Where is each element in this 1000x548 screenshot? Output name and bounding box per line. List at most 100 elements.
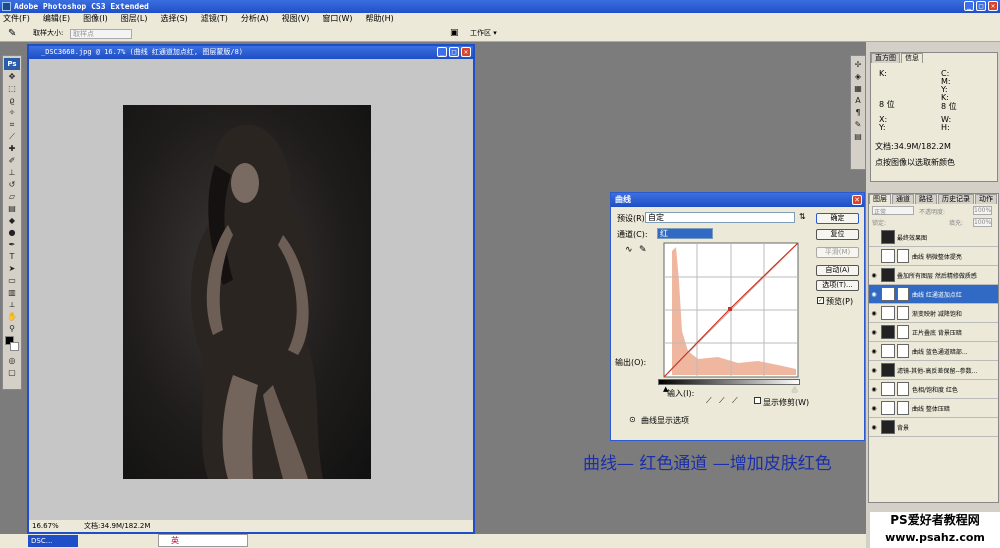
- minimize-button[interactable]: _: [964, 1, 974, 11]
- tab-paths[interactable]: 路径: [915, 194, 937, 204]
- menu-layer[interactable]: 图层(L): [121, 13, 148, 25]
- workspace-button[interactable]: 工作区 ▾: [470, 25, 497, 42]
- white-eyedropper-icon[interactable]: ⟋: [732, 396, 738, 406]
- doc-maximize-button[interactable]: □: [449, 47, 459, 57]
- auto-button[interactable]: 自动(A): [816, 265, 859, 276]
- tab-channels[interactable]: 通道: [892, 194, 914, 204]
- brushes-icon[interactable]: ✎: [851, 120, 865, 130]
- brush-tool-icon[interactable]: ✐: [5, 156, 19, 166]
- pen-tool-icon[interactable]: ✒: [5, 240, 19, 250]
- ok-button[interactable]: 确定: [816, 213, 859, 224]
- menu-help[interactable]: 帮助(H): [366, 13, 394, 25]
- eyedropper-icon[interactable]: ✎: [8, 25, 16, 42]
- preset-select[interactable]: 自定: [645, 212, 795, 223]
- tab-histogram[interactable]: 直方图: [871, 53, 900, 63]
- swatches-icon[interactable]: ▦: [851, 84, 865, 94]
- camera-icon[interactable]: ▣: [450, 25, 459, 42]
- layer-visibility-eye-icon[interactable]: ◉: [869, 329, 879, 336]
- show-clipping-checkbox[interactable]: [754, 397, 761, 404]
- history-brush-icon[interactable]: ↺: [5, 180, 19, 190]
- layer-row[interactable]: ◉ 背景: [869, 418, 998, 437]
- tab-layers[interactable]: 图层: [869, 194, 891, 204]
- slice-tool-icon[interactable]: ⟋: [5, 132, 19, 142]
- layer-row[interactable]: ◉ 曲线 整体压暗: [869, 399, 998, 418]
- curves-graph[interactable]: [658, 241, 800, 379]
- doc-minimize-button[interactable]: _: [437, 47, 447, 57]
- layer-visibility-eye-icon[interactable]: ◉: [869, 424, 879, 431]
- menu-analysis[interactable]: 分析(A): [241, 13, 269, 25]
- curve-options-expand-icon[interactable]: ⊙: [629, 415, 636, 424]
- layer-row[interactable]: ◉ 色相/饱和度 红色: [869, 380, 998, 399]
- tab-actions[interactable]: 动作: [975, 194, 997, 204]
- tab-info[interactable]: 信息: [901, 53, 923, 63]
- shape-tool-icon[interactable]: ▭: [5, 276, 19, 286]
- notes-tool-icon[interactable]: ▥: [5, 288, 19, 298]
- paragraph-icon[interactable]: ¶: [851, 108, 865, 118]
- layer-row[interactable]: ◉ 渐变映射 减降饱和: [869, 304, 998, 323]
- menu-filter[interactable]: 滤镜(T): [201, 13, 228, 25]
- dodge-tool-icon[interactable]: ●: [5, 228, 19, 238]
- layer-row[interactable]: 最终效果图: [869, 228, 998, 247]
- layer-visibility-eye-icon[interactable]: ◉: [869, 367, 879, 374]
- options-button[interactable]: 选项(T)...: [816, 280, 859, 291]
- navigator-icon[interactable]: ✢: [851, 60, 865, 70]
- smooth-button[interactable]: 平滑(M): [816, 247, 859, 258]
- ime-bar[interactable]: 英: [158, 534, 248, 547]
- layer-visibility-eye-icon[interactable]: ◉: [869, 291, 879, 298]
- layer-visibility-eye-icon[interactable]: ◉: [869, 386, 879, 393]
- photo-canvas[interactable]: [123, 105, 371, 479]
- taskbar-doc-button[interactable]: DSC...: [28, 535, 78, 547]
- reset-button[interactable]: 复位: [816, 229, 859, 240]
- magic-wand-icon[interactable]: ✧: [5, 108, 19, 118]
- type-tool-icon[interactable]: T: [5, 252, 19, 262]
- crop-tool-icon[interactable]: ⌗: [5, 120, 19, 130]
- layer-visibility-eye-icon[interactable]: ◉: [869, 348, 879, 355]
- quick-mask-icon[interactable]: ◎: [5, 356, 19, 366]
- marquee-tool-icon[interactable]: ⬚: [5, 84, 19, 94]
- gray-eyedropper-icon[interactable]: ⟋: [719, 396, 725, 406]
- preset-options-icon[interactable]: ⇅: [799, 212, 806, 221]
- menu-select[interactable]: 选择(S): [160, 13, 187, 25]
- menu-file[interactable]: 文件(F): [3, 13, 30, 25]
- layer-row[interactable]: ◉ 正片叠底 背景压暗: [869, 323, 998, 342]
- zoom-readout[interactable]: 16.67%: [32, 522, 59, 530]
- healing-brush-icon[interactable]: ✚: [5, 144, 19, 154]
- doc-close-button[interactable]: ✕: [461, 47, 471, 57]
- eyedropper-tool-icon[interactable]: ⟂: [5, 300, 19, 310]
- menu-window[interactable]: 窗口(W): [322, 13, 352, 25]
- lasso-tool-icon[interactable]: ϱ: [5, 96, 19, 106]
- layer-visibility-eye-icon[interactable]: ◉: [869, 272, 879, 279]
- menu-view[interactable]: 视图(V): [282, 13, 310, 25]
- layer-row[interactable]: ◉ 曲线 蓝色通道暗部...: [869, 342, 998, 361]
- curve-point-tool-icon[interactable]: ∿: [625, 245, 633, 255]
- layer-row[interactable]: ◉ 叠加所有图层 然后精修做质感: [869, 266, 998, 285]
- move-tool-icon[interactable]: ✥: [5, 72, 19, 82]
- tab-history[interactable]: 历史记录: [938, 194, 974, 204]
- layer-comps-icon[interactable]: ▤: [851, 132, 865, 142]
- pencil-draw-icon[interactable]: ✎: [639, 245, 647, 255]
- white-point-slider[interactable]: △: [792, 385, 797, 393]
- zoom-tool-icon[interactable]: ⚲: [5, 324, 19, 334]
- color-swatches-icon[interactable]: [5, 336, 19, 354]
- blend-mode-select[interactable]: 正常: [872, 206, 914, 216]
- blur-tool-icon[interactable]: ◆: [5, 216, 19, 226]
- black-eyedropper-icon[interactable]: ⟋: [706, 396, 712, 406]
- preview-checkbox[interactable]: ✓: [817, 297, 824, 304]
- curves-close-button[interactable]: ✕: [852, 195, 862, 205]
- channel-select[interactable]: 红: [657, 228, 713, 239]
- gradient-tool-icon[interactable]: ▤: [5, 204, 19, 214]
- path-selection-icon[interactable]: ➤: [5, 264, 19, 274]
- styles-icon[interactable]: ◈: [851, 72, 865, 82]
- opacity-value[interactable]: 100%: [973, 206, 993, 215]
- layer-visibility-eye-icon[interactable]: ◉: [869, 405, 879, 412]
- layer-row[interactable]: ◉ 滤镜-其他-高反差保留--参数...: [869, 361, 998, 380]
- menu-edit[interactable]: 编辑(E): [43, 13, 70, 25]
- fill-value[interactable]: 100%: [973, 218, 993, 227]
- character-icon[interactable]: A: [851, 96, 865, 106]
- screen-mode-icon[interactable]: ▢: [5, 368, 19, 378]
- eraser-tool-icon[interactable]: ▱: [5, 192, 19, 202]
- clone-stamp-icon[interactable]: ⊥: [5, 168, 19, 178]
- layer-visibility-eye-icon[interactable]: ◉: [869, 310, 879, 317]
- layer-row[interactable]: ◉ 曲线 红通道加点红: [869, 285, 998, 304]
- menu-image[interactable]: 图像(I): [83, 13, 108, 25]
